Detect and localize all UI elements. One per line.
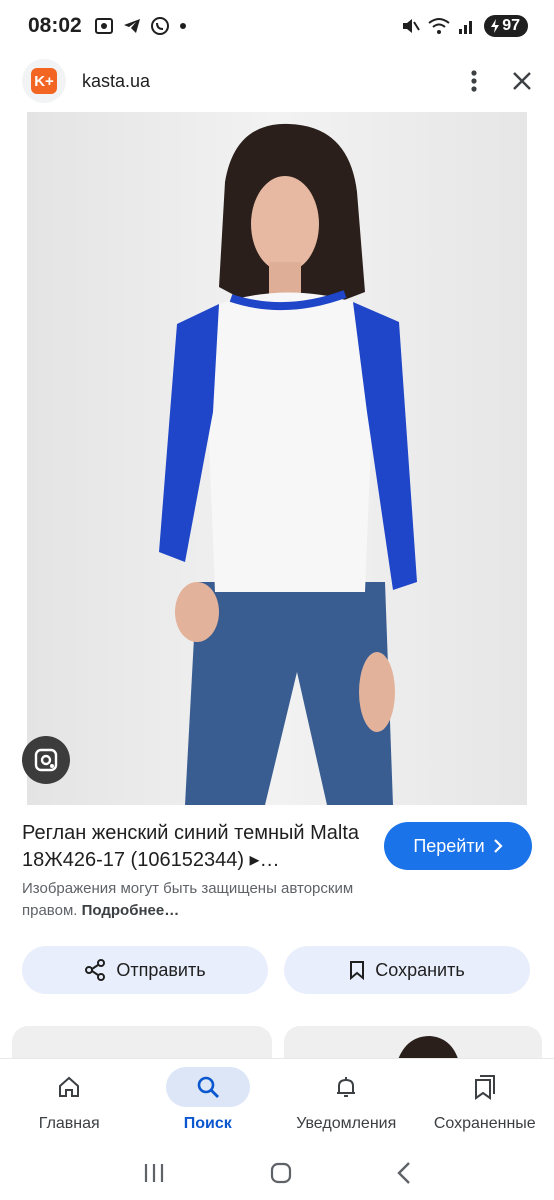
copyright-notice: Изображения могут быть защищены авторски… bbox=[22, 878, 402, 922]
share-button[interactable]: Отправить bbox=[22, 946, 268, 994]
nav-saved-label: Сохраненные bbox=[433, 1115, 536, 1132]
save-label: Сохранить bbox=[375, 959, 465, 980]
site-domain[interactable]: kasta.ua bbox=[82, 71, 150, 92]
home-icon bbox=[59, 1076, 80, 1097]
recent-apps-icon[interactable] bbox=[142, 1162, 166, 1184]
share-icon bbox=[85, 959, 106, 981]
lens-icon bbox=[34, 748, 58, 772]
more-options-icon[interactable] bbox=[470, 69, 478, 93]
top-bar: K+ kasta.ua bbox=[0, 52, 554, 110]
mute-icon bbox=[403, 19, 421, 33]
kasta-logo: K+ bbox=[31, 68, 57, 94]
share-label: Отправить bbox=[116, 959, 206, 980]
image-viewer[interactable] bbox=[0, 112, 554, 805]
home-button-icon[interactable] bbox=[269, 1161, 293, 1185]
search-icon bbox=[197, 1076, 219, 1098]
telegram-icon bbox=[123, 19, 140, 33]
nav-notifications[interactable]: Уведомления bbox=[277, 1059, 416, 1146]
viber-icon bbox=[150, 17, 169, 35]
google-lens-button[interactable] bbox=[22, 736, 70, 784]
dot-icon bbox=[179, 23, 186, 29]
battery-icon: 97 bbox=[484, 15, 528, 37]
bookmark-icon bbox=[350, 961, 365, 980]
wifi-icon bbox=[428, 18, 450, 34]
result-title[interactable]: Реглан женский синий темный Malta 18Ж426… bbox=[22, 820, 367, 874]
product-photo[interactable] bbox=[27, 112, 527, 805]
nav-search-label: Поиск bbox=[183, 1115, 232, 1132]
nav-saved[interactable]: Сохраненные bbox=[416, 1059, 554, 1146]
action-row: Отправить Сохранить bbox=[22, 946, 530, 994]
nav-notifications-label: Уведомления bbox=[296, 1115, 397, 1132]
close-icon[interactable] bbox=[512, 71, 532, 91]
nav-search[interactable]: Поиск bbox=[139, 1059, 278, 1146]
copyright-text: Изображения могут быть защищены авторски… bbox=[22, 880, 354, 919]
save-button[interactable]: Сохранить bbox=[284, 946, 530, 994]
bell-icon bbox=[337, 1077, 356, 1097]
system-navigation bbox=[0, 1146, 554, 1200]
chevron-right-icon bbox=[493, 839, 503, 853]
nav-home-label: Главная bbox=[38, 1115, 100, 1132]
go-button[interactable]: Перейти bbox=[384, 822, 532, 870]
learn-more-link[interactable]: Подробнее… bbox=[82, 902, 180, 919]
screenshot-icon bbox=[94, 18, 113, 34]
bookmarks-icon bbox=[474, 1075, 495, 1100]
bottom-navigation: Главная Поиск Уведомления Сохраненные bbox=[0, 1058, 554, 1146]
site-favicon[interactable]: K+ bbox=[22, 59, 66, 103]
status-time: 08:02 bbox=[28, 14, 82, 37]
battery-level: 97 bbox=[502, 17, 520, 34]
status-bar: 08:02 97 bbox=[0, 0, 554, 52]
go-button-label: Перейти bbox=[413, 835, 485, 856]
back-icon[interactable] bbox=[396, 1161, 412, 1185]
signal-icon bbox=[459, 21, 473, 34]
nav-home[interactable]: Главная bbox=[0, 1059, 139, 1146]
